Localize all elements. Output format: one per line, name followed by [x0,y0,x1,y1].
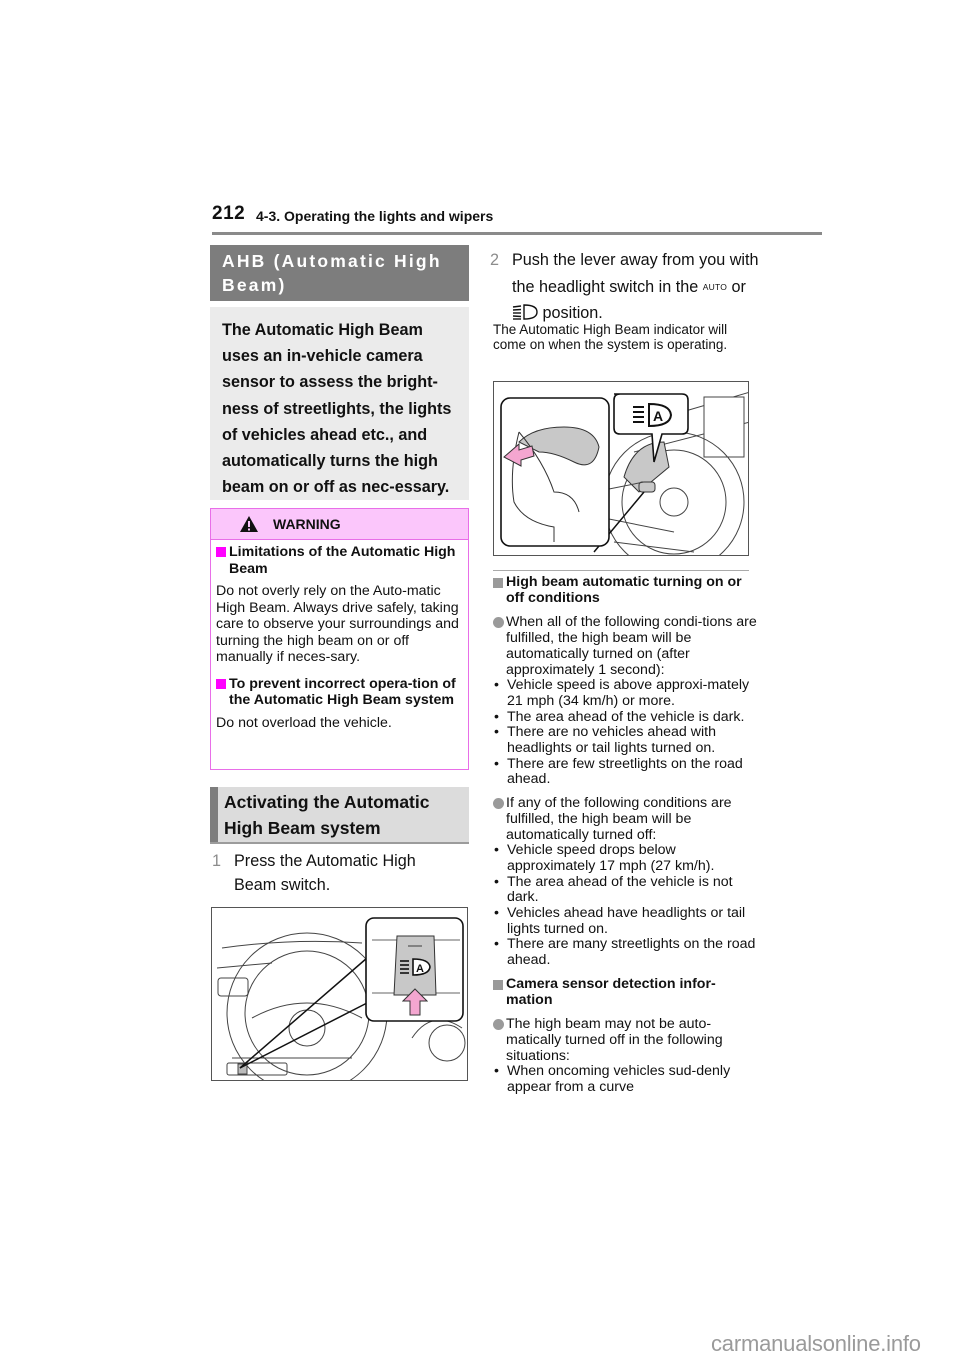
warning-heading: To prevent incorrect opera-tion of the A… [216,676,460,709]
chapter-title: 4-3. Operating the lights and wipers [256,208,494,224]
section-title: AHB (Automatic High Beam) [210,245,469,301]
list-item: • There are no vehicles ahead with headli… [494,724,716,757]
warning-triangle-icon [240,516,258,532]
warning-text: Do not overload the vehicle. [216,714,392,731]
headlight-icon [512,304,538,320]
circle-bullet-icon [493,798,504,810]
lever-push-illustration: A [493,381,749,556]
list-item: If any of the following conditions are f… [493,795,758,843]
press-arrow-icon [402,988,428,1016]
warning-label: WARNING [273,516,341,532]
section-divider [493,570,749,571]
footer-watermark[interactable]: carmanualsonline.info [711,1331,921,1357]
list-item: • There are many streetlights on the road… [494,936,756,969]
automatic-high-beam-icon: A [633,402,673,428]
list-item: • The area ahead of the vehicle is not da… [494,873,733,906]
list-item: • The area ahead of the vehicle is dark. [494,708,745,725]
list-item: When all of the following condi-tions ar… [493,615,758,678]
list-item: The high beam may not be auto-matically … [493,1016,758,1064]
step-text: Press the Automatic High Beam switch. [234,852,416,894]
step-number: 1 [212,852,222,870]
section-heading: Camera sensor detection infor-mation [493,976,758,1008]
circle-bullet-icon [493,617,504,629]
page-number: 212 [212,203,246,224]
step-2: 2 Push the lever away from you with the … [490,247,770,327]
list-item: • There are few streetlights on the road … [494,755,743,788]
indicator-note: The Automatic High Beam indicator will c… [493,322,728,352]
square-bullet-icon [493,578,503,588]
square-bullet-icon [493,979,503,990]
square-bullet-icon [216,547,226,557]
warning-box: WARNING Limitations of the Automatic Hig… [210,508,469,770]
intro-text: The Automatic High Beam uses an in-vehic… [210,307,469,500]
square-bullet-icon [216,678,226,689]
circle-bullet-icon [493,1019,504,1031]
step-text: Push the lever away from you with the he… [512,251,759,322]
list-item: • Vehicles ahead have headlights or tail … [494,905,746,937]
header-divider [212,232,822,235]
step-1: 1 Press the Automatic High Beam switch. [212,849,462,897]
list-item: • Vehicle speed is above approxi-mately 2… [494,677,750,709]
subsection-underline [210,842,469,844]
warning-header: WARNING [211,509,468,540]
step-number: 2 [490,251,500,269]
svg-text:A: A [416,963,424,975]
section-heading: High beam automatic turning on or off co… [493,574,758,606]
warning-text: Do not overly rely on the Auto-matic Hig… [216,583,459,665]
list-item: • Vehicle speed drops below approximately… [494,842,715,874]
list-item: • When oncoming vehicles sud-denly appear… [494,1063,731,1096]
svg-text:A: A [653,408,663,424]
auto-position-label: AUTO [702,281,728,292]
automatic-high-beam-icon: A [400,958,431,976]
conditions-section: High beam automatic turning on or off co… [493,574,758,1096]
subsection-title: Activating the Automatic High Beam syste… [210,787,469,843]
ahb-switch-illustration: A [211,907,468,1081]
warning-heading: Limitations of the Automatic High Beam [216,544,460,577]
